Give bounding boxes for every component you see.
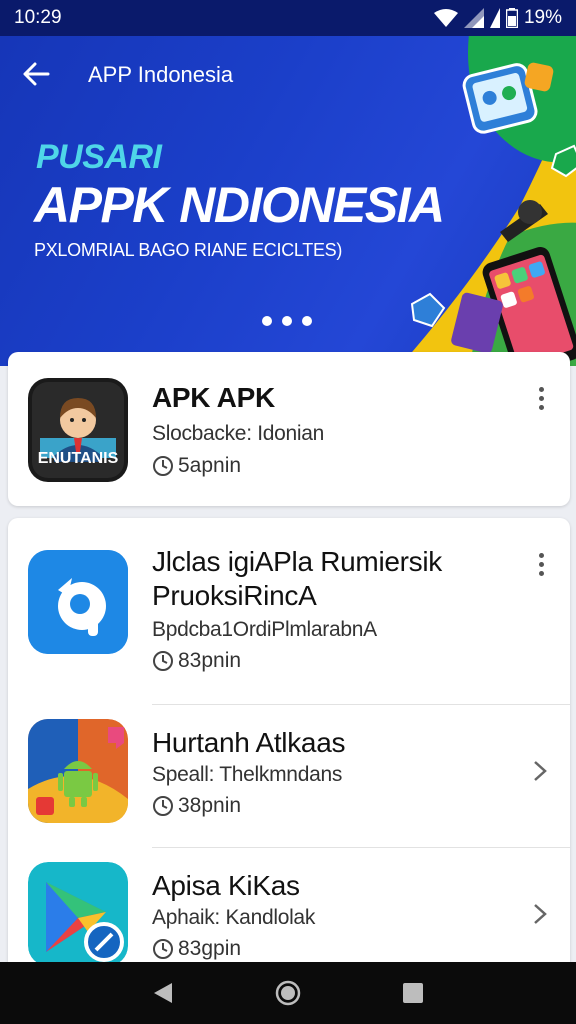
list-item[interactable]: Jlclas igiAPla Rumiersik PruoksiRincA Bp… — [8, 518, 570, 704]
banner-kicker: PUSARI — [36, 138, 162, 176]
chevron-right-icon — [534, 904, 547, 924]
clock-icon — [153, 796, 173, 816]
clock-icon — [153, 456, 173, 476]
app-icon — [28, 719, 128, 823]
status-bar: 10:29 19% — [0, 0, 576, 36]
carousel-dots — [262, 316, 312, 326]
nav-back-icon — [153, 983, 172, 1003]
chevron-right-icon — [534, 761, 547, 781]
app-name: Hurtanh Atlkaas — [152, 727, 346, 758]
back-arrow-icon — [23, 62, 50, 86]
signal-icon-2 — [489, 8, 500, 28]
carousel-dot-3[interactable] — [302, 316, 312, 326]
app-size-value: 83gpin — [178, 937, 242, 960]
list-item[interactable]: Apisa KiKas Aphaik: Kandlolak 83gpin — [8, 848, 570, 978]
nav-recents-icon — [403, 983, 424, 1003]
list-item[interactable]: ENUTANIS APK APK Slocbacke: Idonian 5apn… — [8, 352, 570, 506]
more-options-button[interactable] — [526, 380, 556, 416]
app-list-card: Jlclas igiAPla Rumiersik PruoksiRincA Bp… — [8, 518, 570, 978]
android-icon — [28, 719, 128, 823]
battery-icon — [505, 8, 518, 28]
app-subtitle: Aphaik: Kandlolak — [152, 906, 316, 929]
play-icon — [28, 862, 128, 966]
carousel-dot-1[interactable] — [262, 316, 272, 326]
more-options-button[interactable] — [526, 546, 556, 582]
app-size: 5apnin — [152, 454, 241, 478]
app-name: APK APK — [152, 382, 275, 413]
app-name-line2: PruoksiRincA — [152, 580, 317, 611]
app-name: Apisa KiKas — [152, 870, 300, 901]
app-icon-label: ENUTANIS — [37, 450, 119, 467]
open-button[interactable] — [526, 896, 554, 932]
nav-home-button[interactable] — [268, 973, 308, 1013]
list-item[interactable]: Hurtanh Atlkaas Speall: Thelkmndans 38pn… — [8, 705, 570, 847]
app-subtitle: Bpdcba1OrdiPlmlarabnA — [152, 618, 377, 641]
app-icon: ENUTANIS — [28, 378, 128, 482]
hero-banner[interactable]: APP Indonesia PUSARI APPK NDIONESIA PXLO… — [0, 36, 576, 366]
nav-back-button[interactable] — [143, 973, 183, 1013]
signal-icon — [463, 8, 484, 28]
battery-percent: 19% — [523, 7, 562, 28]
nav-recents-button[interactable] — [393, 973, 433, 1013]
nav-home-icon — [275, 980, 301, 1006]
featured-app-card: ENUTANIS APK APK Slocbacke: Idonian 5apn… — [8, 352, 570, 506]
app-name: Jlclas igiAPla Rumiersik — [152, 546, 442, 577]
wifi-icon — [433, 9, 458, 27]
app-subtitle: Slocbacke: Idonian — [152, 422, 325, 445]
status-icons: 19% — [433, 7, 562, 29]
app-size-value: 83pnin — [178, 649, 242, 672]
carousel-dot-2[interactable] — [282, 316, 292, 326]
app-icon — [28, 550, 128, 654]
back-button[interactable] — [18, 56, 54, 92]
app-subtitle: Speall: Thelkmndans — [152, 763, 343, 786]
status-time: 10:29 — [14, 7, 62, 28]
app-size-value: 5apnin — [178, 454, 242, 477]
banner-heading: APPK NDIONESIA — [34, 177, 445, 233]
system-nav-bar — [0, 962, 576, 1024]
clock-icon — [153, 939, 173, 959]
app-size-value: 38pnin — [178, 794, 242, 817]
open-button[interactable] — [526, 753, 554, 789]
clock-icon — [153, 651, 173, 671]
app-icon — [28, 862, 128, 966]
app-size: 83pnin — [152, 649, 241, 673]
page-title: APP Indonesia — [88, 62, 234, 87]
bird-icon — [28, 550, 128, 654]
app-size: 83gpin — [152, 937, 241, 961]
banner-subheading: PXLOMRIAL BAGO RIANE ECICLTES) — [34, 240, 343, 260]
app-size: 38pnin — [152, 794, 241, 818]
